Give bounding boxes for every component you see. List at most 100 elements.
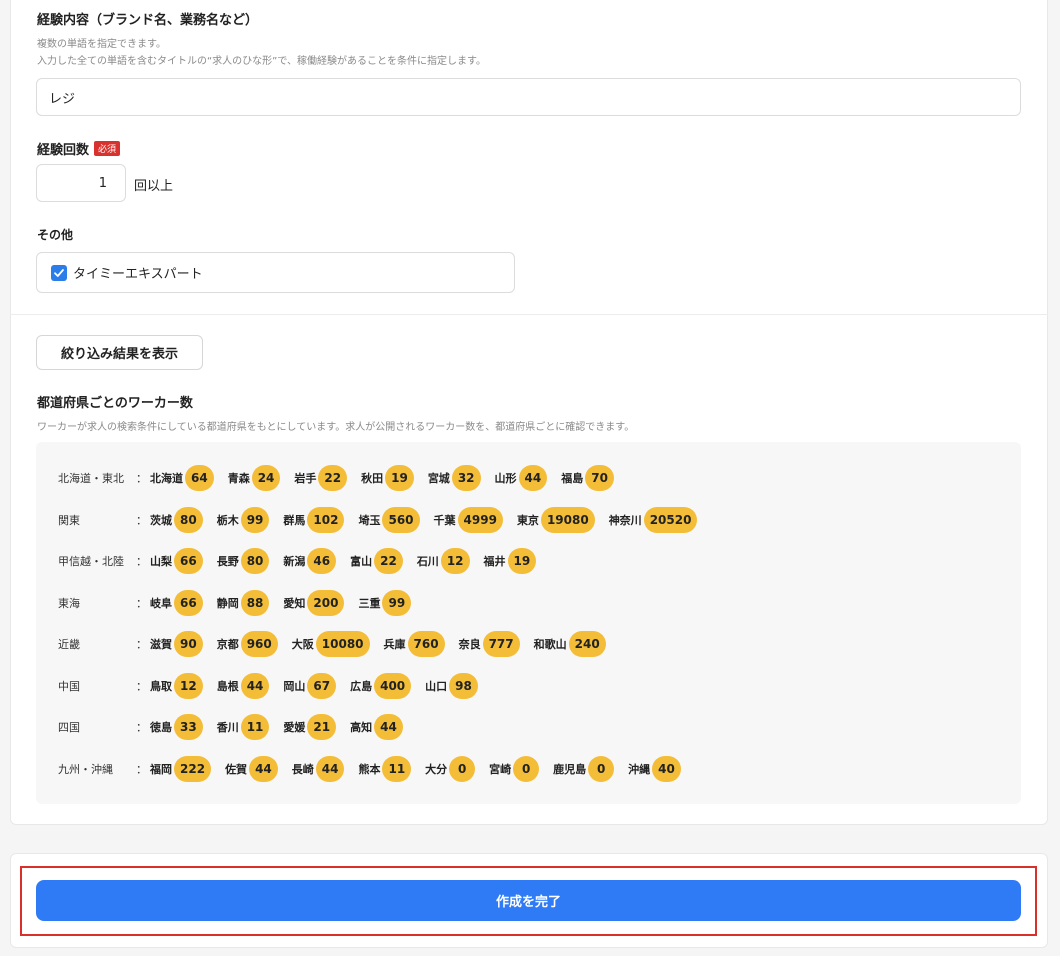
region-colon: ： — [136, 472, 147, 485]
other-label: その他 — [37, 228, 74, 242]
worker-count-badge: 19 — [385, 465, 414, 491]
region-row: 東海 ：岐阜 66 静岡 88 愛知 200 三重 99 — [58, 590, 425, 616]
region-row: 北海道・東北 ：北海道 64 青森 24 岩手 22 秋田 19 宮城 32 山形 44 福島 70 — [58, 465, 628, 491]
worker-count-badge: 20520 — [643, 507, 698, 533]
prefecture-item: 島根 44 — [217, 673, 270, 699]
prefecture-item: 神奈川 20520 — [609, 507, 698, 533]
worker-count-badge: 12 — [174, 673, 203, 699]
prefecture-name: 石川 — [416, 555, 439, 568]
complete-creation-button[interactable]: 作成を完了 — [36, 880, 1021, 921]
prefecture-item: 徳島 33 — [150, 714, 203, 740]
experience-hint-2: 入力した全ての単語を含むタイトルの“求人のひな形”で、稼働経験があることを条件に… — [37, 56, 486, 67]
prefecture-item: 大分 0 — [425, 756, 476, 782]
worker-count-badge: 98 — [449, 673, 478, 699]
worker-count-badge: 11 — [382, 756, 412, 782]
prefecture-name: 東京 — [516, 514, 539, 527]
region-name: 北海道・東北 — [58, 472, 124, 485]
prefecture-item: 青森 24 — [228, 465, 281, 491]
region-colon: ： — [136, 597, 147, 610]
region-row: 中国 ：鳥取 12 島根 44 岡山 67 広島 400 山口 98 — [58, 673, 492, 699]
worker-count-badge: 88 — [240, 590, 270, 616]
prefecture-item: 鳥取 12 — [150, 673, 203, 699]
required-badge: 必須 — [94, 141, 121, 156]
region-name: 甲信越・北陸 — [58, 555, 124, 568]
prefecture-item: 愛媛 21 — [283, 714, 337, 740]
prefecture-name: 大阪 — [291, 638, 314, 651]
prefecture-name: 宮崎 — [489, 763, 512, 776]
prefecture-item: 栃木 99 — [217, 507, 270, 533]
prefecture-item: 長野 80 — [217, 548, 270, 574]
prefecture-name: 徳島 — [150, 721, 172, 734]
prefecture-name: 広島 — [350, 680, 373, 693]
experience-input[interactable]: レジ — [36, 78, 1021, 116]
prefecture-name: 福岡 — [150, 763, 172, 776]
show-filter-results-button[interactable]: 絞り込み結果を表示 — [36, 335, 203, 370]
worker-count-badge: 200 — [307, 590, 345, 616]
expert-checkbox-field[interactable]: タイミーエキスパート — [36, 252, 515, 293]
prefecture-name: 北海道 — [150, 472, 183, 485]
prefecture-name: 山口 — [425, 680, 448, 693]
prefecture-name: 長崎 — [291, 763, 314, 776]
prefecture-item: 広島 400 — [350, 673, 412, 699]
worker-count-badge: 44 — [249, 756, 278, 782]
worker-count-badge: 67 — [307, 673, 337, 699]
prefecture-item: 熊本 11 — [358, 756, 412, 782]
prefecture-item: 大阪 10080 — [292, 631, 370, 657]
prefecture-item: 岐阜 66 — [150, 590, 203, 616]
prefecture-name: 高知 — [350, 721, 373, 734]
worker-count-badge: 64 — [185, 465, 214, 491]
prefecture-item: 富山 22 — [350, 548, 403, 574]
prefecture-name: 神奈川 — [608, 514, 642, 527]
expert-checkbox-label: タイミーエキスパート — [73, 267, 203, 282]
region-colon: ： — [136, 721, 147, 734]
experience-hint-1: 複数の単語を指定できます。 — [37, 39, 166, 50]
prefecture-name: 三重 — [358, 597, 381, 610]
prefecture-item: 愛知 200 — [283, 590, 345, 616]
prefecture-name: 熊本 — [358, 763, 381, 776]
experience-label: 経験内容（ブランド名、業務名など） — [37, 13, 259, 28]
worker-count-badge: 10080 — [315, 631, 370, 657]
prefecture-name: 富山 — [350, 555, 373, 568]
region-colon: ： — [136, 638, 147, 651]
section-divider — [10, 314, 1048, 315]
prefecture-name: 滋賀 — [150, 638, 172, 651]
prefecture-name: 千葉 — [433, 514, 456, 527]
prefecture-item: 香川 11 — [217, 714, 270, 740]
prefecture-item: 石川 12 — [417, 548, 470, 574]
prefecture-name: 鳥取 — [150, 680, 172, 693]
region-colon: ： — [136, 514, 147, 527]
count-label: 経験回数 必須 — [37, 139, 121, 158]
prefecture-name: 香川 — [216, 721, 239, 734]
worker-count-badge: 99 — [240, 507, 270, 533]
worker-count-badge: 66 — [174, 548, 203, 574]
worker-count-badge: 0 — [588, 756, 615, 782]
prefecture-name: 岡山 — [283, 680, 306, 693]
worker-count-badge: 32 — [451, 465, 481, 491]
experience-input-value: レジ — [49, 91, 76, 107]
worker-count-badge: 44 — [315, 756, 345, 782]
prefecture-name: 新潟 — [283, 555, 306, 568]
prefecture-item: 兵庫 760 — [384, 631, 445, 657]
prefecture-name: 群馬 — [283, 514, 306, 527]
worker-count-badge: 777 — [482, 631, 520, 657]
prefecture-item: 宮崎 0 — [489, 756, 540, 782]
worker-count-badge: 66 — [174, 590, 203, 616]
worker-count-badge: 240 — [568, 631, 606, 657]
prefecture-name: 長野 — [216, 555, 239, 568]
prefecture-name: 佐賀 — [225, 763, 248, 776]
worker-count-badge: 102 — [307, 507, 345, 533]
checkbox-checked-icon[interactable] — [51, 264, 67, 281]
prefecture-item: 北海道 64 — [150, 465, 214, 491]
worker-count-badge: 560 — [382, 507, 420, 533]
prefecture-name: 兵庫 — [383, 638, 406, 651]
worker-count-badge: 90 — [174, 631, 203, 657]
prefecture-item: 山形 44 — [495, 465, 548, 491]
region-name: 関東 — [58, 514, 80, 527]
count-input[interactable]: 1 — [36, 164, 126, 202]
prefecture-name: 島根 — [216, 680, 239, 693]
worker-count-badge: 11 — [240, 714, 270, 740]
prefecture-item: 山梨 66 — [150, 548, 203, 574]
worker-count-badge: 22 — [374, 548, 403, 574]
worker-count-badge: 19 — [507, 548, 537, 574]
prefecture-item: 沖縄 40 — [628, 756, 681, 782]
